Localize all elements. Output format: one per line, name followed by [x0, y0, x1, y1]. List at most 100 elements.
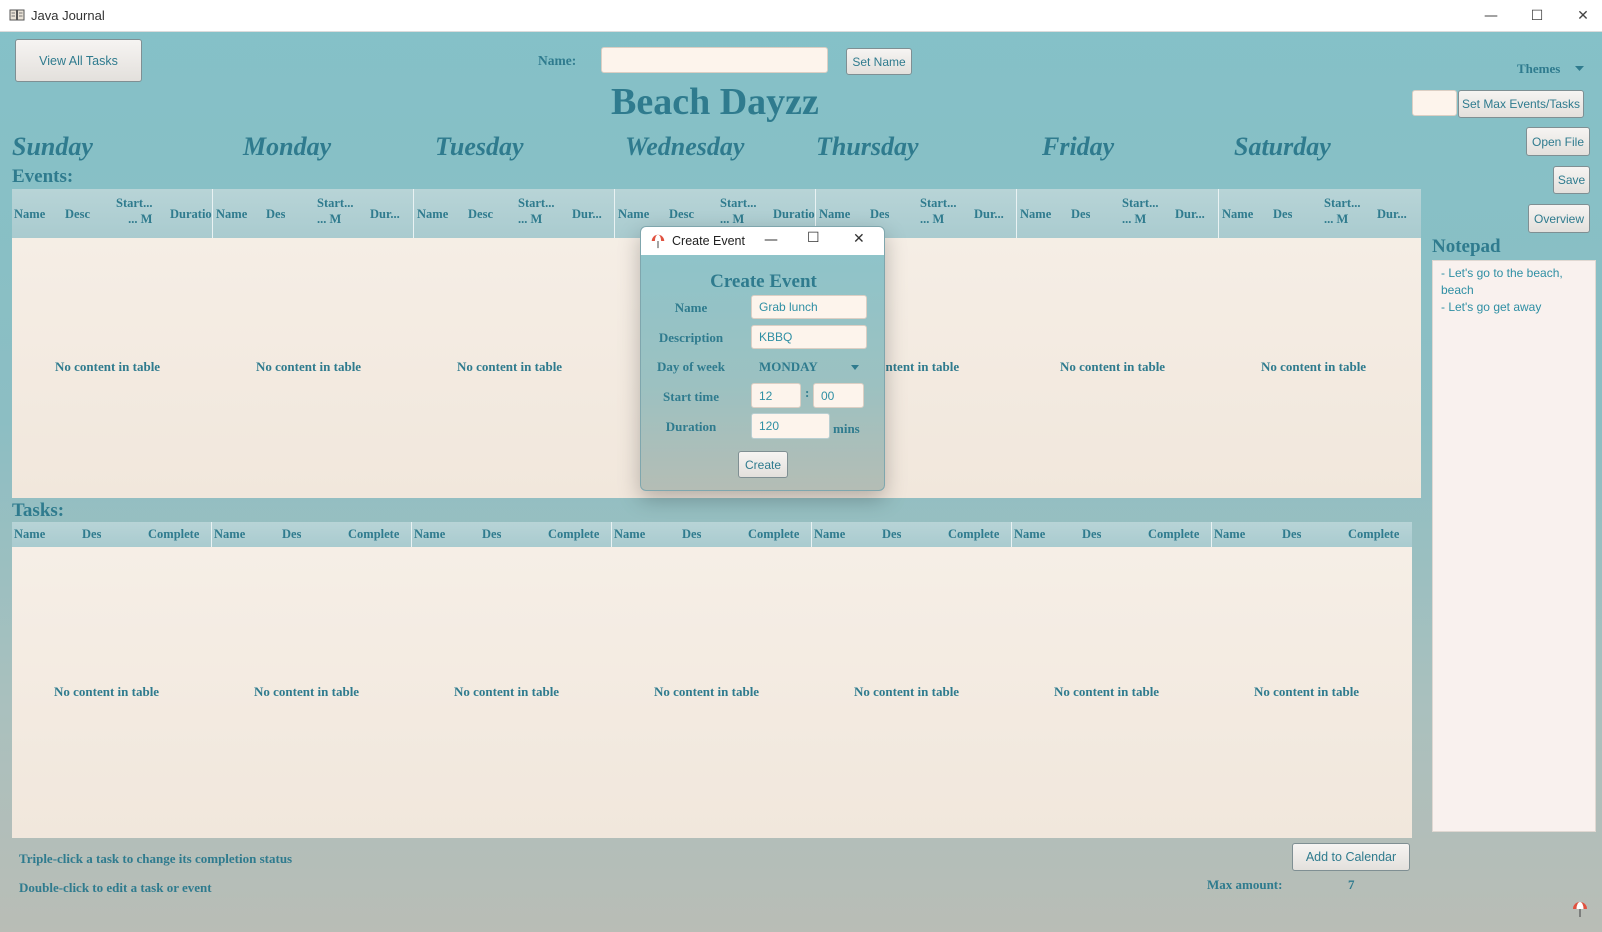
column-divider [413, 189, 414, 238]
col-header-name: Name [1214, 527, 1246, 541]
col-header-name: Name [1020, 207, 1052, 221]
col-header-complete: Complete [1148, 527, 1200, 541]
col-header-duration: Dur... [1377, 207, 1407, 221]
empty-placeholder: ontent in table [879, 359, 960, 374]
day-title-saturday: Saturday [1234, 132, 1331, 161]
empty-placeholder: No content in table [1054, 684, 1160, 699]
dialog-close-button[interactable]: ✕ [853, 231, 865, 247]
description-label: Description [658, 330, 724, 345]
tasks-table: Name Des Complete Name Des Complete Name… [12, 522, 1412, 838]
title-bar: Java Journal — ☐ ✕ [0, 0, 1602, 32]
maximize-button[interactable]: ☐ [1514, 0, 1560, 31]
col-header-name: Name [414, 527, 446, 541]
max-events-input[interactable] [1412, 90, 1457, 116]
column-divider [614, 189, 615, 238]
start-hour-input[interactable]: 12 [751, 383, 801, 408]
empty-placeholder: No content in table [256, 359, 362, 374]
column-divider [1218, 189, 1219, 238]
notepad-line: - Let's go get away [1441, 300, 1542, 314]
beach-umbrella-icon [651, 234, 665, 249]
col-header-name: Name [14, 207, 46, 221]
themes-menu[interactable]: Themes [1517, 61, 1560, 77]
col-header-start: Start... ... M [1122, 196, 1159, 226]
create-button[interactable]: Create [738, 451, 788, 478]
col-header-duration: Duratio [773, 207, 815, 221]
name-input[interactable] [601, 47, 828, 73]
save-button[interactable]: Save [1553, 166, 1590, 194]
set-max-button[interactable]: Set Max Events/Tasks [1458, 90, 1584, 118]
add-to-calendar-button[interactable]: Add to Calendar [1292, 843, 1410, 871]
day-title-wednesday: Wednesday [625, 132, 745, 161]
start-time-label: Start time [663, 389, 719, 404]
event-description-input[interactable]: KBBQ [751, 325, 867, 349]
minimize-icon: — [1484, 7, 1498, 24]
col-header-name: Name [1014, 527, 1046, 541]
duration-input[interactable]: 120 [751, 413, 830, 439]
chevron-down-icon [1575, 66, 1584, 71]
event-name-input[interactable]: Grab lunch [751, 295, 867, 319]
view-all-tasks-button[interactable]: View All Tasks [15, 39, 142, 82]
column-divider [1016, 189, 1017, 238]
col-header-duration: Dur... [572, 207, 602, 221]
main-window: Java Journal — ☐ ✕ View All Tasks Name: … [0, 0, 1602, 932]
day-title-tuesday: Tuesday [435, 132, 524, 161]
col-header-desc: Desc [65, 207, 90, 221]
empty-placeholder: No content in table [654, 684, 760, 699]
notepad-line: - Let's go to the beach, beach [1441, 266, 1563, 297]
col-header-desc: Des [482, 527, 502, 541]
col-header-start: Start... ... M [317, 196, 354, 226]
dialog-maximize-button[interactable]: ☐ [807, 230, 820, 246]
col-header-desc: Des [1282, 527, 1302, 541]
name-label: Name [674, 300, 708, 315]
col-header-desc: Desc [669, 207, 694, 221]
day-title-thursday: Thursday [816, 132, 919, 161]
close-button[interactable]: ✕ [1560, 0, 1602, 31]
col-header-desc: Des [82, 527, 102, 541]
col-header-start: Start... ... M [720, 196, 757, 226]
chevron-down-icon [851, 365, 859, 370]
empty-placeholder: No content in table [454, 684, 560, 699]
col-header-complete: Complete [348, 527, 400, 541]
events-section-title: Events: [12, 166, 74, 187]
column-divider [811, 522, 812, 547]
col-header-complete: Complete [1348, 527, 1400, 541]
col-header-complete: Complete [748, 527, 800, 541]
overview-button[interactable]: Overview [1528, 204, 1590, 233]
col-header-name: Name [417, 207, 449, 221]
col-header-complete: Complete [148, 527, 200, 541]
empty-placeholder: No content in table [457, 359, 563, 374]
day-title-sunday: Sunday [12, 132, 93, 161]
empty-placeholder: No content in table [1261, 359, 1367, 374]
dialog-minimize-button[interactable]: — [764, 232, 778, 248]
start-minute-input[interactable]: 00 [813, 383, 864, 408]
day-of-week-select[interactable]: MONDAY [759, 359, 818, 375]
dialog-window-title: Create Event [672, 234, 745, 248]
notepad-textarea[interactable]: - Let's go to the beach, beach - Let's g… [1432, 260, 1596, 832]
col-header-start: Start... ... M [920, 196, 957, 226]
col-header-complete: Complete [548, 527, 600, 541]
create-event-dialog: Create Event — ☐ ✕ Create Event Name Gra… [640, 226, 885, 491]
name-label: Name: [538, 53, 577, 68]
minimize-button[interactable]: — [1468, 0, 1514, 31]
col-header-name: Name [14, 527, 46, 541]
col-header-name: Name [819, 207, 851, 221]
col-header-name: Name [614, 527, 646, 541]
col-header-start: Start... ... M [1324, 196, 1361, 226]
set-name-button[interactable]: Set Name [846, 48, 912, 75]
close-icon: ✕ [1577, 7, 1589, 24]
duration-label: Duration [665, 419, 717, 434]
col-header-desc: Des [682, 527, 702, 541]
beach-umbrella-icon [1573, 902, 1587, 917]
col-header-desc: Des [1082, 527, 1102, 541]
col-header-start: Start... ... M [116, 196, 153, 226]
hint-triple-click: Triple-click a task to change its comple… [19, 851, 293, 866]
time-separator: : [805, 385, 810, 400]
maximize-icon: ☐ [1530, 7, 1544, 24]
empty-placeholder: No content in table [1254, 684, 1360, 699]
col-header-name: Name [814, 527, 846, 541]
dialog-heading: Create Event [710, 271, 817, 292]
col-header-desc: Des [266, 207, 286, 221]
col-header-name: Name [1222, 207, 1254, 221]
col-header-duration: Duratio [170, 207, 212, 221]
open-file-button[interactable]: Open File [1526, 127, 1590, 156]
